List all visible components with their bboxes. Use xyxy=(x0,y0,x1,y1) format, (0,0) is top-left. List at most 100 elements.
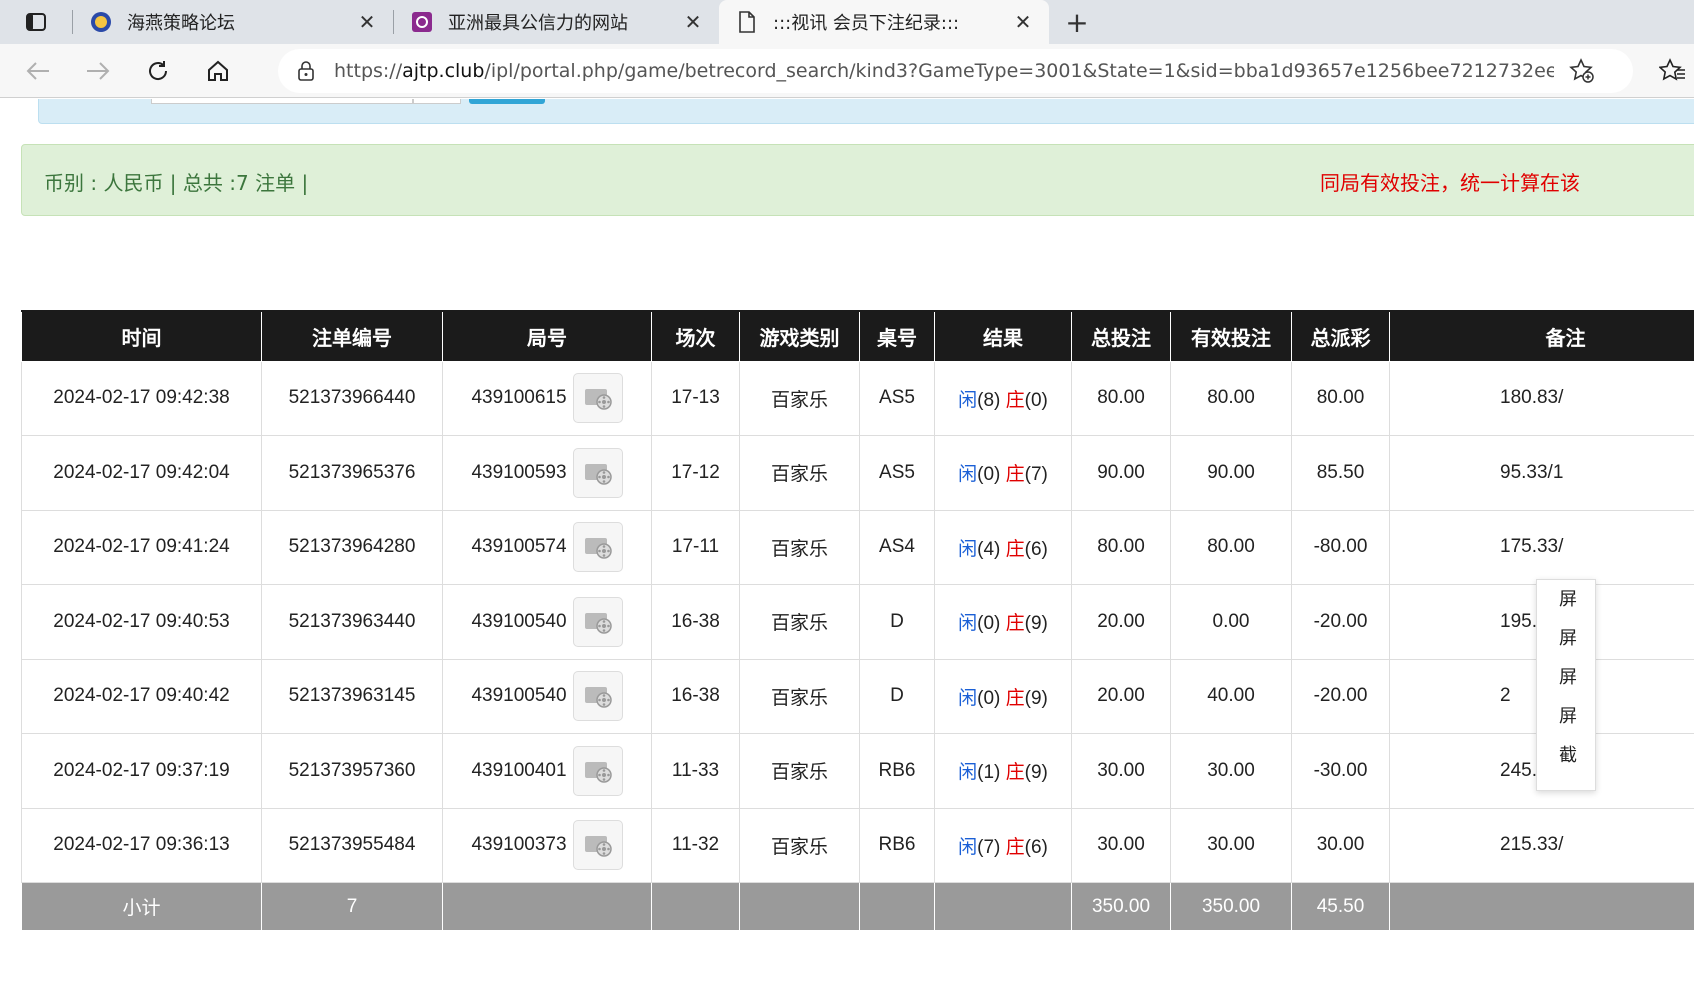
replay-video-button[interactable] xyxy=(572,522,623,573)
round-number: 439100615 xyxy=(471,387,567,409)
search-select[interactable] xyxy=(413,99,461,104)
bet-id: 521373957360 xyxy=(261,733,443,809)
round-cell: 439100373 xyxy=(442,807,652,883)
result-cell: 闲(0) 庄(9) xyxy=(934,584,1072,660)
player-score: (8) xyxy=(977,389,1001,411)
game-type: 百家乐 xyxy=(739,584,860,660)
reload-button[interactable] xyxy=(128,44,188,98)
total-bet[interactable]: 30.00 xyxy=(1071,733,1171,809)
banker-score: (0) xyxy=(1024,389,1048,411)
popup-menu-item[interactable]: 屏 xyxy=(1537,658,1595,697)
game-type: 百家乐 xyxy=(739,435,860,511)
film-reel-icon xyxy=(582,757,614,785)
payout: -30.00 xyxy=(1291,733,1390,809)
total-bet[interactable]: 20.00 xyxy=(1071,658,1171,734)
close-tab-icon[interactable]: ✕ xyxy=(355,10,379,34)
popup-menu-item[interactable]: 屏 xyxy=(1537,697,1595,736)
shoe-number: 17-11 xyxy=(651,509,740,585)
replay-video-button[interactable] xyxy=(572,596,623,647)
new-tab-button[interactable]: + xyxy=(1049,0,1105,44)
total-bet[interactable]: 30.00 xyxy=(1071,807,1171,883)
search-button[interactable] xyxy=(469,99,545,104)
banker-score: (9) xyxy=(1024,613,1048,635)
bet-time: 2024-02-17 09:37:19 xyxy=(21,733,262,809)
table-row: 2024-02-17 09:40:53 521373963440 439100540… xyxy=(21,584,1694,660)
banker-score: (9) xyxy=(1024,762,1048,784)
replay-video-button[interactable] xyxy=(572,671,623,722)
replay-video-button[interactable] xyxy=(572,447,623,498)
bet-id: 521373955484 xyxy=(261,807,443,883)
subtotal-row: 小计 7 350.00 350.00 45.50 xyxy=(21,882,1694,931)
close-tab-icon[interactable]: ✕ xyxy=(1011,10,1035,34)
round-cell: 439100574 xyxy=(442,509,652,585)
bet-id: 521373963145 xyxy=(261,658,443,734)
popup-menu-item[interactable]: 屏 xyxy=(1537,580,1595,619)
url-text: https://ajtp.club/ipl/portal.php/game/be… xyxy=(334,60,1554,82)
tab-2[interactable]: 亚洲最具公信力的网站 ✕ xyxy=(394,0,719,44)
result-cell: 闲(0) 庄(7) xyxy=(934,435,1072,511)
player-label: 闲 xyxy=(958,464,978,486)
table-row: 2024-02-17 09:40:42 521373963145 439100540… xyxy=(21,658,1694,734)
favorites-button[interactable] xyxy=(1650,49,1694,93)
table-number: RB6 xyxy=(859,807,935,883)
player-score: (0) xyxy=(977,613,1001,635)
subtotal-count: 7 xyxy=(261,882,443,931)
tab-3-active[interactable]: :::视讯 会员下注纪录::: ✕ xyxy=(719,0,1049,44)
round-number: 439100540 xyxy=(471,685,567,707)
table-number: RB6 xyxy=(859,733,935,809)
favorites-icon xyxy=(1659,58,1685,81)
forward-button[interactable] xyxy=(68,44,128,98)
valid-bet: 80.00 xyxy=(1170,509,1292,585)
close-tab-icon[interactable]: ✕ xyxy=(681,10,705,34)
table-number: D xyxy=(859,658,935,734)
home-button[interactable] xyxy=(188,44,248,98)
replay-video-button[interactable] xyxy=(572,373,623,424)
payout: -80.00 xyxy=(1291,509,1390,585)
summary-banner: 币别 : 人民币 | 总共 :7 注单 | 同局有效投注，统一计算在该 xyxy=(21,144,1694,216)
address-bar[interactable]: https://ajtp.club/ipl/portal.php/game/be… xyxy=(278,49,1633,93)
payout: 85.50 xyxy=(1291,435,1390,511)
total-bet[interactable]: 80.00 xyxy=(1071,509,1171,585)
result-cell: 闲(0) 庄(9) xyxy=(934,658,1072,734)
valid-bet: 80.00 xyxy=(1170,360,1292,436)
round-number: 439100373 xyxy=(471,834,567,856)
subtotal-valid-bet: 350.00 xyxy=(1170,882,1292,931)
total-bet[interactable]: 90.00 xyxy=(1071,435,1171,511)
bet-time: 2024-02-17 09:40:53 xyxy=(21,584,262,660)
banker-label: 庄 xyxy=(1005,538,1025,560)
add-favorite-icon[interactable] xyxy=(1554,58,1610,84)
round-cell: 439100593 xyxy=(442,435,652,511)
column-header: 注单编号 xyxy=(261,310,443,362)
replay-video-button[interactable] xyxy=(572,745,623,796)
replay-video-button[interactable] xyxy=(572,820,623,871)
column-header: 桌号 xyxy=(859,310,935,362)
bet-time: 2024-02-17 09:42:38 xyxy=(21,360,262,436)
result-cell: 闲(8) 庄(0) xyxy=(934,360,1072,436)
valid-bet: 30.00 xyxy=(1170,733,1292,809)
film-reel-icon xyxy=(582,831,614,859)
search-input[interactable] xyxy=(151,99,413,104)
bet-time: 2024-02-17 09:40:42 xyxy=(21,658,262,734)
bet-time: 2024-02-17 09:42:04 xyxy=(21,435,262,511)
popup-menu-item[interactable]: 屏 xyxy=(1537,619,1595,658)
lock-icon[interactable] xyxy=(278,60,334,82)
empty-cell xyxy=(934,882,1072,931)
result-cell: 闲(1) 庄(9) xyxy=(934,733,1072,809)
popup-menu-item[interactable]: 截 xyxy=(1537,736,1595,775)
table-number: AS5 xyxy=(859,360,935,436)
total-bet[interactable]: 80.00 xyxy=(1071,360,1171,436)
shoe-number: 17-13 xyxy=(651,360,740,436)
player-score: (7) xyxy=(977,836,1001,858)
empty-cell xyxy=(739,882,860,931)
forum-favicon-icon xyxy=(89,10,113,34)
tab-actions-button[interactable] xyxy=(0,0,72,44)
back-button[interactable] xyxy=(8,44,68,98)
valid-bet: 30.00 xyxy=(1170,807,1292,883)
tab-1[interactable]: 海燕策略论坛 ✕ xyxy=(73,0,393,44)
total-bet[interactable]: 20.00 xyxy=(1071,584,1171,660)
empty-cell xyxy=(442,882,652,931)
shoe-number: 16-38 xyxy=(651,584,740,660)
game-type: 百家乐 xyxy=(739,733,860,809)
banker-label: 庄 xyxy=(1005,687,1025,709)
player-score: (1) xyxy=(977,762,1001,784)
